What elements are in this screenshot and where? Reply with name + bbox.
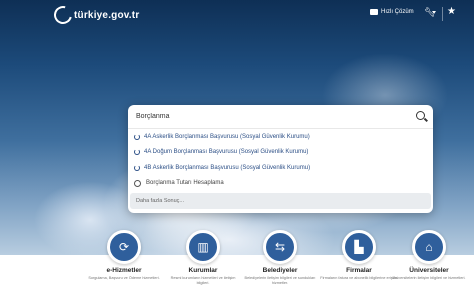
search-icon (134, 179, 141, 187)
category-belediyeler[interactable]: ⇆ Belediyeler Belediyelerin iletişim bil… (235, 230, 325, 286)
search-panel: 4A Askerlik Borçlanması Başvurusu (Sosya… (128, 105, 433, 213)
category-title: e-Hizmetler (106, 267, 142, 274)
refresh-glyph: ⟳ (118, 240, 130, 254)
suggestion-item[interactable]: 4A Askerlik Borçlanması Başvurusu (Sosya… (128, 129, 433, 145)
category-title: Üniversiteler (409, 267, 449, 274)
logo-mark-icon (50, 2, 76, 28)
star-icon[interactable]: ★ (447, 6, 456, 17)
refresh-icon: ⟳ (107, 230, 141, 264)
logo-text: türkiye.gov.tr (74, 9, 140, 21)
suggestion-item[interactable]: Borçlanma Tutarı Hesaplama (128, 176, 433, 192)
divider (442, 7, 443, 21)
building-icon: ▥ (186, 230, 220, 264)
suggestion-label: Borçlanma Tutarı Hesaplama (146, 180, 224, 187)
category-description: Belediyelerin iletişim bilgileri ve sund… (244, 276, 316, 285)
search-button[interactable] (409, 105, 433, 128)
category-e-hizmetler[interactable]: ⟳ e-Hizmetler Sorgulama, Başvuru ve Ödem… (79, 230, 169, 281)
quick-solution-link[interactable]: Hızlı Çözüm (370, 9, 414, 15)
search-icon-handle (424, 117, 428, 122)
category-description: Üniversitelerin iletişim bilgileri ve hi… (392, 276, 466, 280)
top-bar: türkiye.gov.tr Hızlı Çözüm 🔧︎ ★ (0, 0, 474, 30)
building-glyph: ▥ (197, 240, 209, 254)
suggestion-label: 4A Askerlik Borçlanması Başvurusu (Sosya… (144, 133, 310, 140)
signpost-icon: ⇆ (263, 230, 297, 264)
suggestion-label: 4B Askerlik Borçlanması Başvurusu (Sosya… (144, 164, 311, 171)
category-universiteler[interactable]: ⌂ Üniversiteler Üniversitelerin iletişim… (384, 230, 474, 281)
graduation-cap-icon: ⌂ (412, 230, 446, 264)
suggestion-label: 4A Doğum Borçlanması Başvurusu (Sosyal G… (144, 149, 309, 156)
factory-icon: ▙ (342, 230, 376, 264)
category-strip: ⟳ e-Hizmetler Sorgulama, Başvuru ve Ödem… (0, 230, 474, 301)
quick-solution-label: Hızlı Çözüm (381, 9, 414, 15)
category-description: Sorgulama, Başvuru ve Ödeme hizmetleri. (88, 276, 160, 280)
chat-icon (370, 9, 378, 15)
service-icon (134, 164, 140, 171)
suggestion-item[interactable]: 4B Askerlik Borçlanması Başvurusu (Sosya… (128, 160, 433, 176)
search-bar (128, 105, 433, 129)
suggestion-item[interactable]: 4A Doğum Borçlanması Başvurusu (Sosyal G… (128, 145, 433, 161)
more-results-link[interactable]: Daha fazla Sonuç... (130, 193, 431, 209)
signpost-glyph: ⇆ (274, 240, 286, 254)
category-title: Belediyeler (262, 267, 298, 274)
chevron-down-icon[interactable] (432, 11, 436, 14)
service-icon (134, 149, 140, 156)
site-logo[interactable]: türkiye.gov.tr (50, 2, 140, 28)
graduation-cap-glyph: ⌂ (425, 240, 433, 254)
factory-glyph: ▙ (354, 240, 364, 254)
service-icon (134, 133, 140, 140)
search-input[interactable] (128, 105, 409, 128)
